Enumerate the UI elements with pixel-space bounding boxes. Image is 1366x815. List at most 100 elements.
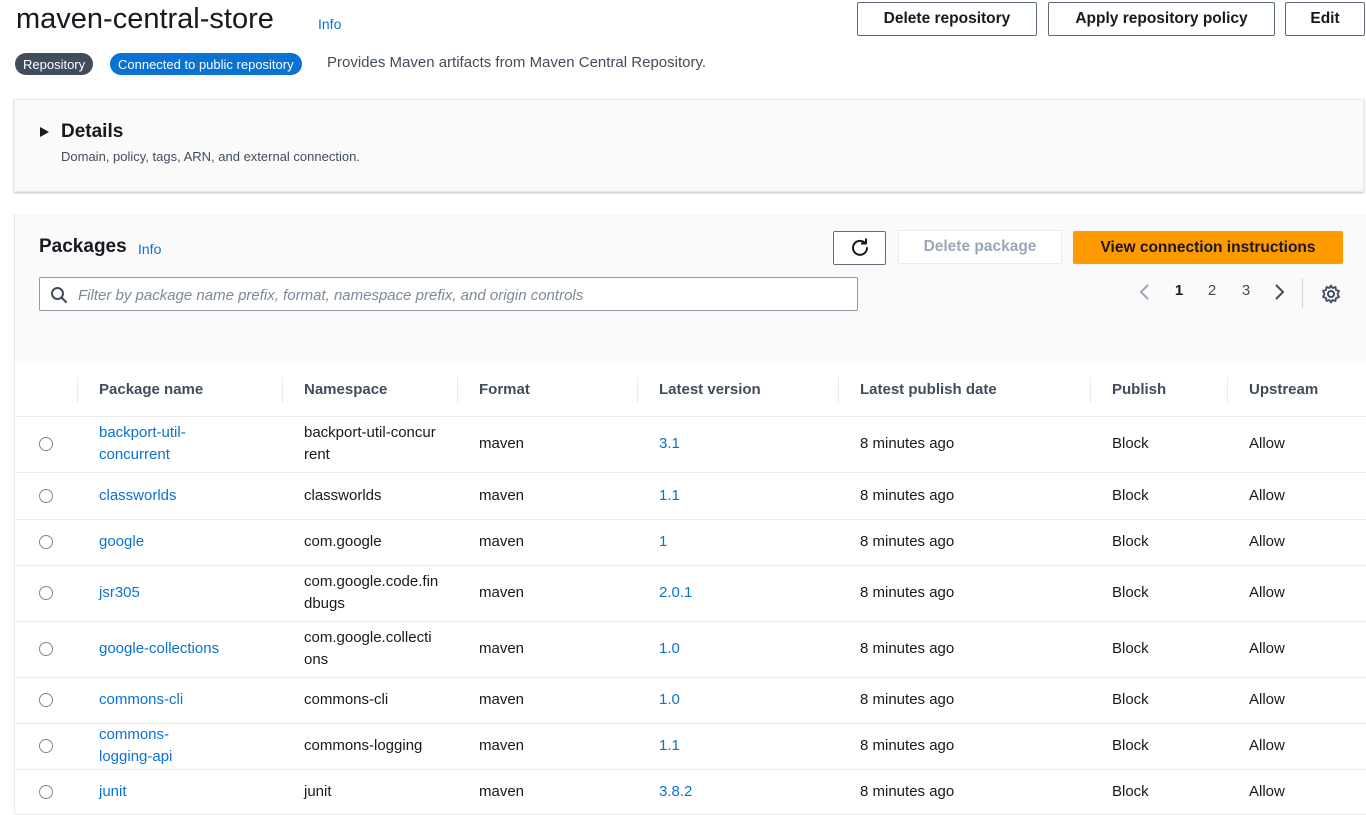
title-info-link[interactable]: Info [318,16,341,32]
format-cell: maven [457,519,637,566]
version-link[interactable]: 1.0 [659,691,680,708]
package-name-link[interactable]: commons-cli [99,691,183,708]
page-1[interactable]: 1 [1169,282,1189,299]
table-row[interactable]: jsr305 com.google.code.findbugs maven 2.0.1… [15,565,1366,622]
row-radio[interactable] [39,488,53,503]
publish-date-cell: 8 minutes ago [838,416,1090,473]
version-cell: 3.1 [637,416,838,473]
version-cell: 1 [637,519,838,566]
column-header-upstream[interactable]: Upstream [1227,363,1366,417]
version-cell: 2.0.1 [637,565,838,622]
apply-repository-policy-button[interactable]: Apply repository policy [1048,2,1275,36]
format-cell: maven [457,416,637,473]
publish-date-cell: 8 minutes ago [838,677,1090,724]
version-link[interactable]: 3.8.2 [659,783,692,800]
package-filter[interactable] [39,277,858,311]
delete-package-button[interactable]: Delete package [898,230,1062,264]
publish-cell: Block [1090,723,1227,770]
table-row[interactable]: junit junit maven 3.8.2 8 minutes ago Block Al… [15,769,1366,815]
package-name-link[interactable]: classworlds [99,487,177,504]
package-name-link[interactable]: google-collections [99,640,219,657]
row-radio[interactable] [39,535,53,550]
package-name-link[interactable]: commons-logging-api [99,726,172,765]
package-name-link[interactable]: jsr305 [99,584,140,601]
delete-repository-button[interactable]: Delete repository [857,2,1037,36]
gear-icon[interactable] [1321,284,1341,304]
chevron-right-icon[interactable] [1273,284,1285,300]
package-name-cell: backport-util-concurrent [77,416,282,473]
column-header-package-name[interactable]: Package name [77,363,282,417]
table-row[interactable]: backport-util-concurrent backport-util-co… [15,416,1366,473]
package-name-cell: commons-cli [77,677,282,724]
namespace-cell: com.google.code.findbugs [282,565,457,622]
column-label: Namespace [304,380,388,398]
upstream-cell: Allow [1227,416,1366,473]
version-cell: 1.1 [637,723,838,770]
column-header-namespace[interactable]: Namespace [282,363,457,417]
version-cell: 1.0 [637,621,838,678]
column-label: Upstream [1249,380,1319,398]
row-select-cell [15,519,77,566]
upstream-cell: Allow [1227,621,1366,678]
package-name-cell: google [77,519,282,566]
publish-date-cell: 8 minutes ago [838,565,1090,622]
package-name-link[interactable]: junit [99,783,127,800]
row-radio[interactable] [39,784,53,799]
table-row[interactable]: classworlds classworlds maven 1.1 8 minutes … [15,472,1366,520]
page-3[interactable]: 3 [1236,282,1256,299]
package-name-link[interactable]: backport-util-concurrent [99,424,186,463]
packages-table: Package name Namespace Format Latest ver… [15,363,1366,815]
version-link[interactable]: 1 [659,533,667,550]
package-name-link[interactable]: google [99,533,144,550]
search-input[interactable] [76,279,850,311]
row-radio[interactable] [39,586,53,601]
table-row[interactable]: google-collections com.google.collections… [15,621,1366,678]
packages-section: Packages Info Delete package View connec… [14,214,1366,815]
publish-date-cell: 8 minutes ago [838,472,1090,520]
publish-cell: Block [1090,472,1227,520]
row-radio[interactable] [39,739,53,754]
chevron-left-icon[interactable] [1139,284,1151,300]
package-name-cell: classworlds [77,472,282,520]
namespace-cell: commons-cli [282,677,457,724]
details-title[interactable]: Details [61,121,123,143]
upstream-cell: Allow [1227,769,1366,815]
page-2[interactable]: 2 [1202,282,1222,299]
row-radio[interactable] [39,693,53,708]
repository-badge: Repository [15,53,94,75]
column-header-publish[interactable]: Publish [1090,363,1227,417]
packages-title: Packages [39,236,127,257]
publish-cell: Block [1090,416,1227,473]
row-select-cell [15,565,77,622]
namespace-cell: com.google [282,519,457,566]
caret-right-icon[interactable] [40,127,49,137]
package-name-cell: jsr305 [77,565,282,622]
table-row[interactable]: google com.google maven 1 8 minutes ago Block… [15,519,1366,566]
edit-button[interactable]: Edit [1285,2,1365,36]
column-header-format[interactable]: Format [457,363,637,417]
publish-date-cell: 8 minutes ago [838,723,1090,770]
publish-cell: Block [1090,565,1227,622]
column-header-latest-version[interactable]: Latest version [637,363,838,417]
connection-badge: Connected to public repository [110,53,302,75]
row-select-cell [15,769,77,815]
version-link[interactable]: 1.0 [659,640,680,657]
version-link[interactable]: 3.1 [659,435,680,452]
view-connection-instructions-button[interactable]: View connection instructions [1073,231,1343,264]
version-link[interactable]: 1.1 [659,487,680,504]
package-name-cell: junit [77,769,282,815]
packages-header: Packages Info Delete package View connec… [15,214,1366,364]
column-header-latest-publish-date[interactable]: Latest publish date [838,363,1090,417]
upstream-cell: Allow [1227,519,1366,566]
search-icon [51,287,68,304]
table-row[interactable]: commons-logging-api commons-logging maven 1… [15,723,1366,770]
version-link[interactable]: 2.0.1 [659,584,692,601]
version-link[interactable]: 1.1 [659,737,680,754]
column-label: Package name [99,380,204,398]
packages-info-link[interactable]: Info [138,241,161,257]
row-radio[interactable] [39,437,53,452]
row-radio[interactable] [39,642,53,657]
table-row[interactable]: commons-cli commons-cli maven 1.0 8 minutes … [15,677,1366,724]
refresh-button[interactable] [833,231,886,265]
details-section[interactable]: Details Domain, policy, tags, ARN, and e… [14,99,1364,192]
